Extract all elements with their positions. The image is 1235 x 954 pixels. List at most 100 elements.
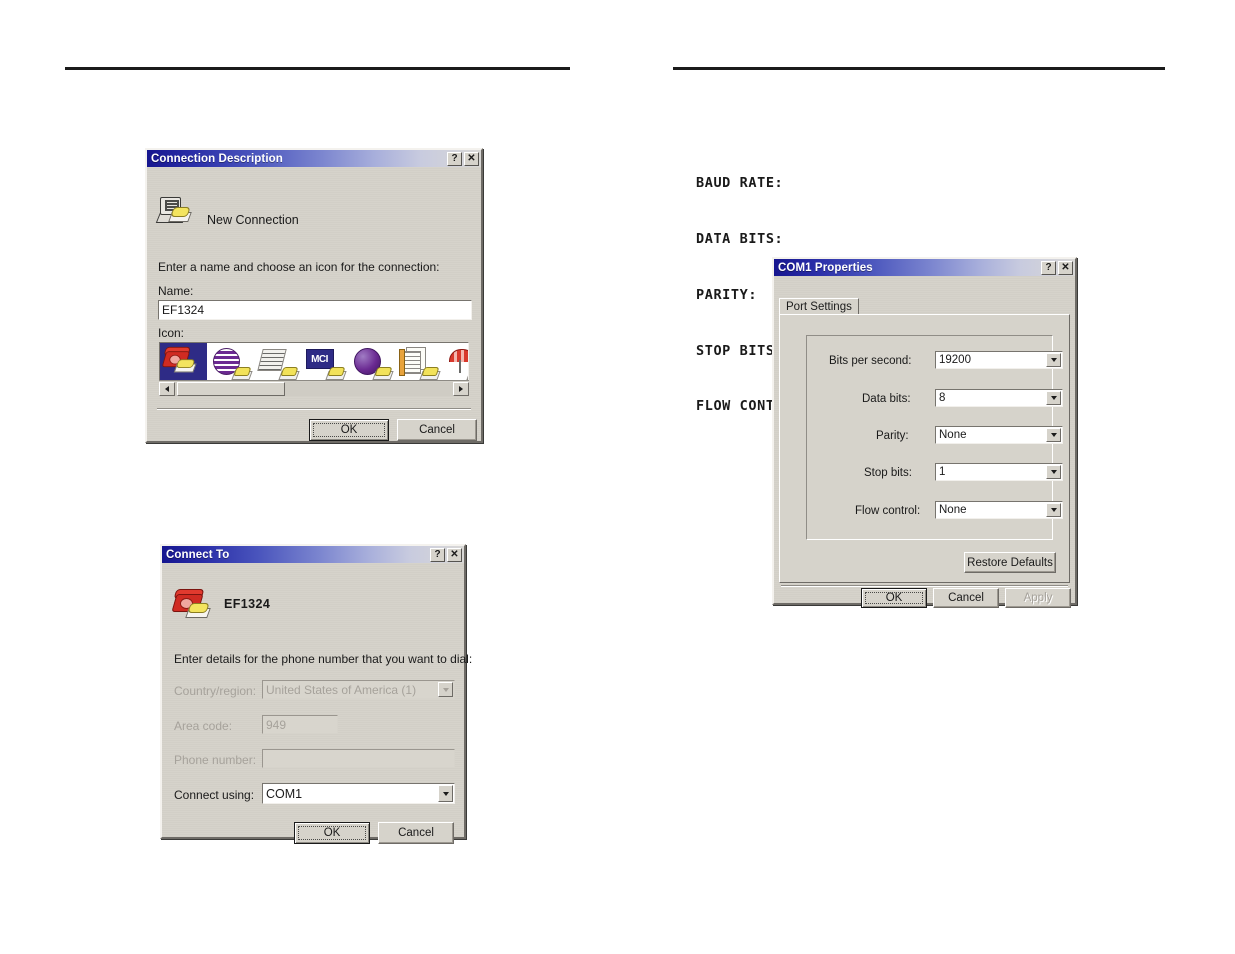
connect-to-titlebar[interactable]: Connect To ? ✕ [162,546,464,563]
tab-strip: Port Settings [779,298,859,315]
close-icon[interactable]: ✕ [1058,260,1073,275]
icon-field-label: Icon: [158,326,185,340]
chevron-down-icon[interactable] [1046,503,1061,517]
chevron-down-icon[interactable] [438,682,453,697]
com1-properties-button-row: OK Cancel Apply [779,585,1071,615]
cancel-button-label: Cancel [398,827,434,839]
phone-number-label: Phone number: [174,753,257,767]
connect-to-instruction: Enter details for the phone number that … [174,652,473,666]
data-bits-select[interactable]: 8 [935,389,1063,407]
name-field-label: Name: [158,284,194,298]
chevron-down-icon[interactable] [1046,465,1061,479]
stop-bits-label: Stop bits: [864,467,912,479]
connect-using-select[interactable]: COM1 [262,783,455,804]
com1-properties-apply-button: Apply [1005,588,1071,608]
com1-properties-cancel-button[interactable]: Cancel [933,588,999,608]
ok-focus-ring [313,423,385,437]
scroll-left-arrow-icon[interactable] [159,381,175,396]
area-code-input[interactable]: 949 [262,715,338,734]
connect-using-label: Connect using: [174,788,255,802]
connect-using-value: COM1 [266,786,303,801]
yellow-phone-shape [168,207,192,222]
connection-description-instruction: Enter a name and choose an icon for the … [158,260,440,274]
notepad-documents-icon [398,346,441,380]
restore-defaults-label: Restore Defaults [967,556,1053,569]
bits-per-second-label: Bits per second: [829,355,912,367]
bits-per-second-select[interactable]: 19200 [935,351,1063,369]
chevron-down-icon[interactable] [1046,428,1061,442]
icon-option-fax-document[interactable] [254,343,301,383]
ok-focus-ring [865,592,923,604]
flow-control-select[interactable]: None [935,501,1063,519]
close-icon[interactable]: ✕ [464,151,479,166]
chevron-down-icon[interactable] [1046,391,1061,405]
data-bits-value: 8 [939,392,946,404]
country-region-value: United States of America (1) [266,682,417,697]
parity-value: None [939,429,967,441]
icon-option-notepad-documents[interactable] [395,343,442,383]
connection-description-dialog: Connection Description ? ✕ New Connectio… [145,148,483,443]
data-bits-label: Data bits: [862,393,911,405]
country-region-label: Country/region: [174,684,257,698]
chevron-down-icon[interactable] [1046,353,1061,367]
mci-logo-icon: MCI [305,346,347,380]
close-icon[interactable]: ✕ [447,547,462,562]
header-rule-right-column [673,67,1165,70]
icon-list-horizontal-scrollbar[interactable] [159,380,469,396]
icon-option-striped-globe[interactable] [207,343,254,383]
connect-to-connection-name: EF1324 [224,597,271,611]
tab-port-settings-label: Port Settings [786,301,852,313]
port-settings-tab-page: Bits per second: 19200 Data bits: 8 Pari… [779,314,1070,583]
stop-bits-select[interactable]: 1 [935,463,1063,481]
com1-properties-body: Port Settings Bits per second: 19200 Dat… [774,276,1075,620]
connection-description-titlebar[interactable]: Connection Description ? ✕ [147,150,481,167]
phone-number-input[interactable] [262,749,455,768]
parity-label: Parity: [876,430,909,442]
spec-line-data-bits: DATA BITS: [696,230,784,247]
connection-description-cancel-button[interactable]: Cancel [397,419,477,441]
ok-focus-ring [298,826,366,840]
connection-description-ok-button[interactable]: OK [309,419,389,441]
new-connection-label: New Connection [207,213,299,227]
connect-to-ok-button[interactable]: OK [294,822,370,844]
help-icon[interactable]: ? [447,151,462,166]
header-rule-left-column [65,67,570,70]
stop-bits-value: 1 [939,466,946,478]
com1-properties-ok-button[interactable]: OK [861,588,927,608]
com1-properties-title: COM1 Properties [778,261,873,274]
scrollbar-track[interactable] [175,381,453,396]
help-icon[interactable]: ? [430,547,445,562]
tab-port-settings[interactable]: Port Settings [779,298,859,315]
restore-defaults-button[interactable]: Restore Defaults [964,552,1056,573]
connect-to-title: Connect To [166,548,230,561]
connection-name-input[interactable]: EF1324 [158,300,472,320]
cancel-button-label: Cancel [948,592,984,604]
icon-option-mci[interactable]: MCI [301,343,348,383]
scroll-right-arrow-icon[interactable] [453,381,469,396]
help-icon[interactable]: ? [1041,260,1056,275]
mci-logo-text: MCI [305,349,334,369]
purple-sphere-icon [352,346,394,380]
purple-striped-globe-icon [211,346,253,380]
country-region-select[interactable]: United States of America (1) [262,680,455,699]
scrollbar-thumb[interactable] [177,381,285,396]
parity-select[interactable]: None [935,426,1063,444]
icon-option-red-umbrella[interactable] [442,343,468,383]
bits-per-second-value: 19200 [939,354,971,366]
red-telephone-icon [161,346,204,380]
connect-to-cancel-button[interactable]: Cancel [378,822,454,844]
icon-option-red-telephone[interactable] [160,343,207,383]
flow-control-value: None [939,504,967,516]
cancel-button-label: Cancel [419,424,455,436]
connect-to-dialog: Connect To ? ✕ EF1324 Enter details for … [160,544,472,844]
icon-picker-list[interactable]: MCI [159,342,469,384]
area-code-label: Area code: [174,719,233,733]
icon-option-purple-sphere[interactable] [348,343,395,383]
com1-properties-titlebar[interactable]: COM1 Properties ? ✕ [774,259,1075,276]
com1-properties-dialog: COM1 Properties ? ✕ Port Settings Bits p… [772,257,1077,608]
flow-control-label: Flow control: [855,505,921,517]
chevron-down-icon[interactable] [438,785,453,802]
red-umbrella-icon [446,346,468,380]
apply-button-label: Apply [1023,592,1053,604]
port-settings-groupbox: Bits per second: 19200 Data bits: 8 Pari… [806,335,1063,540]
